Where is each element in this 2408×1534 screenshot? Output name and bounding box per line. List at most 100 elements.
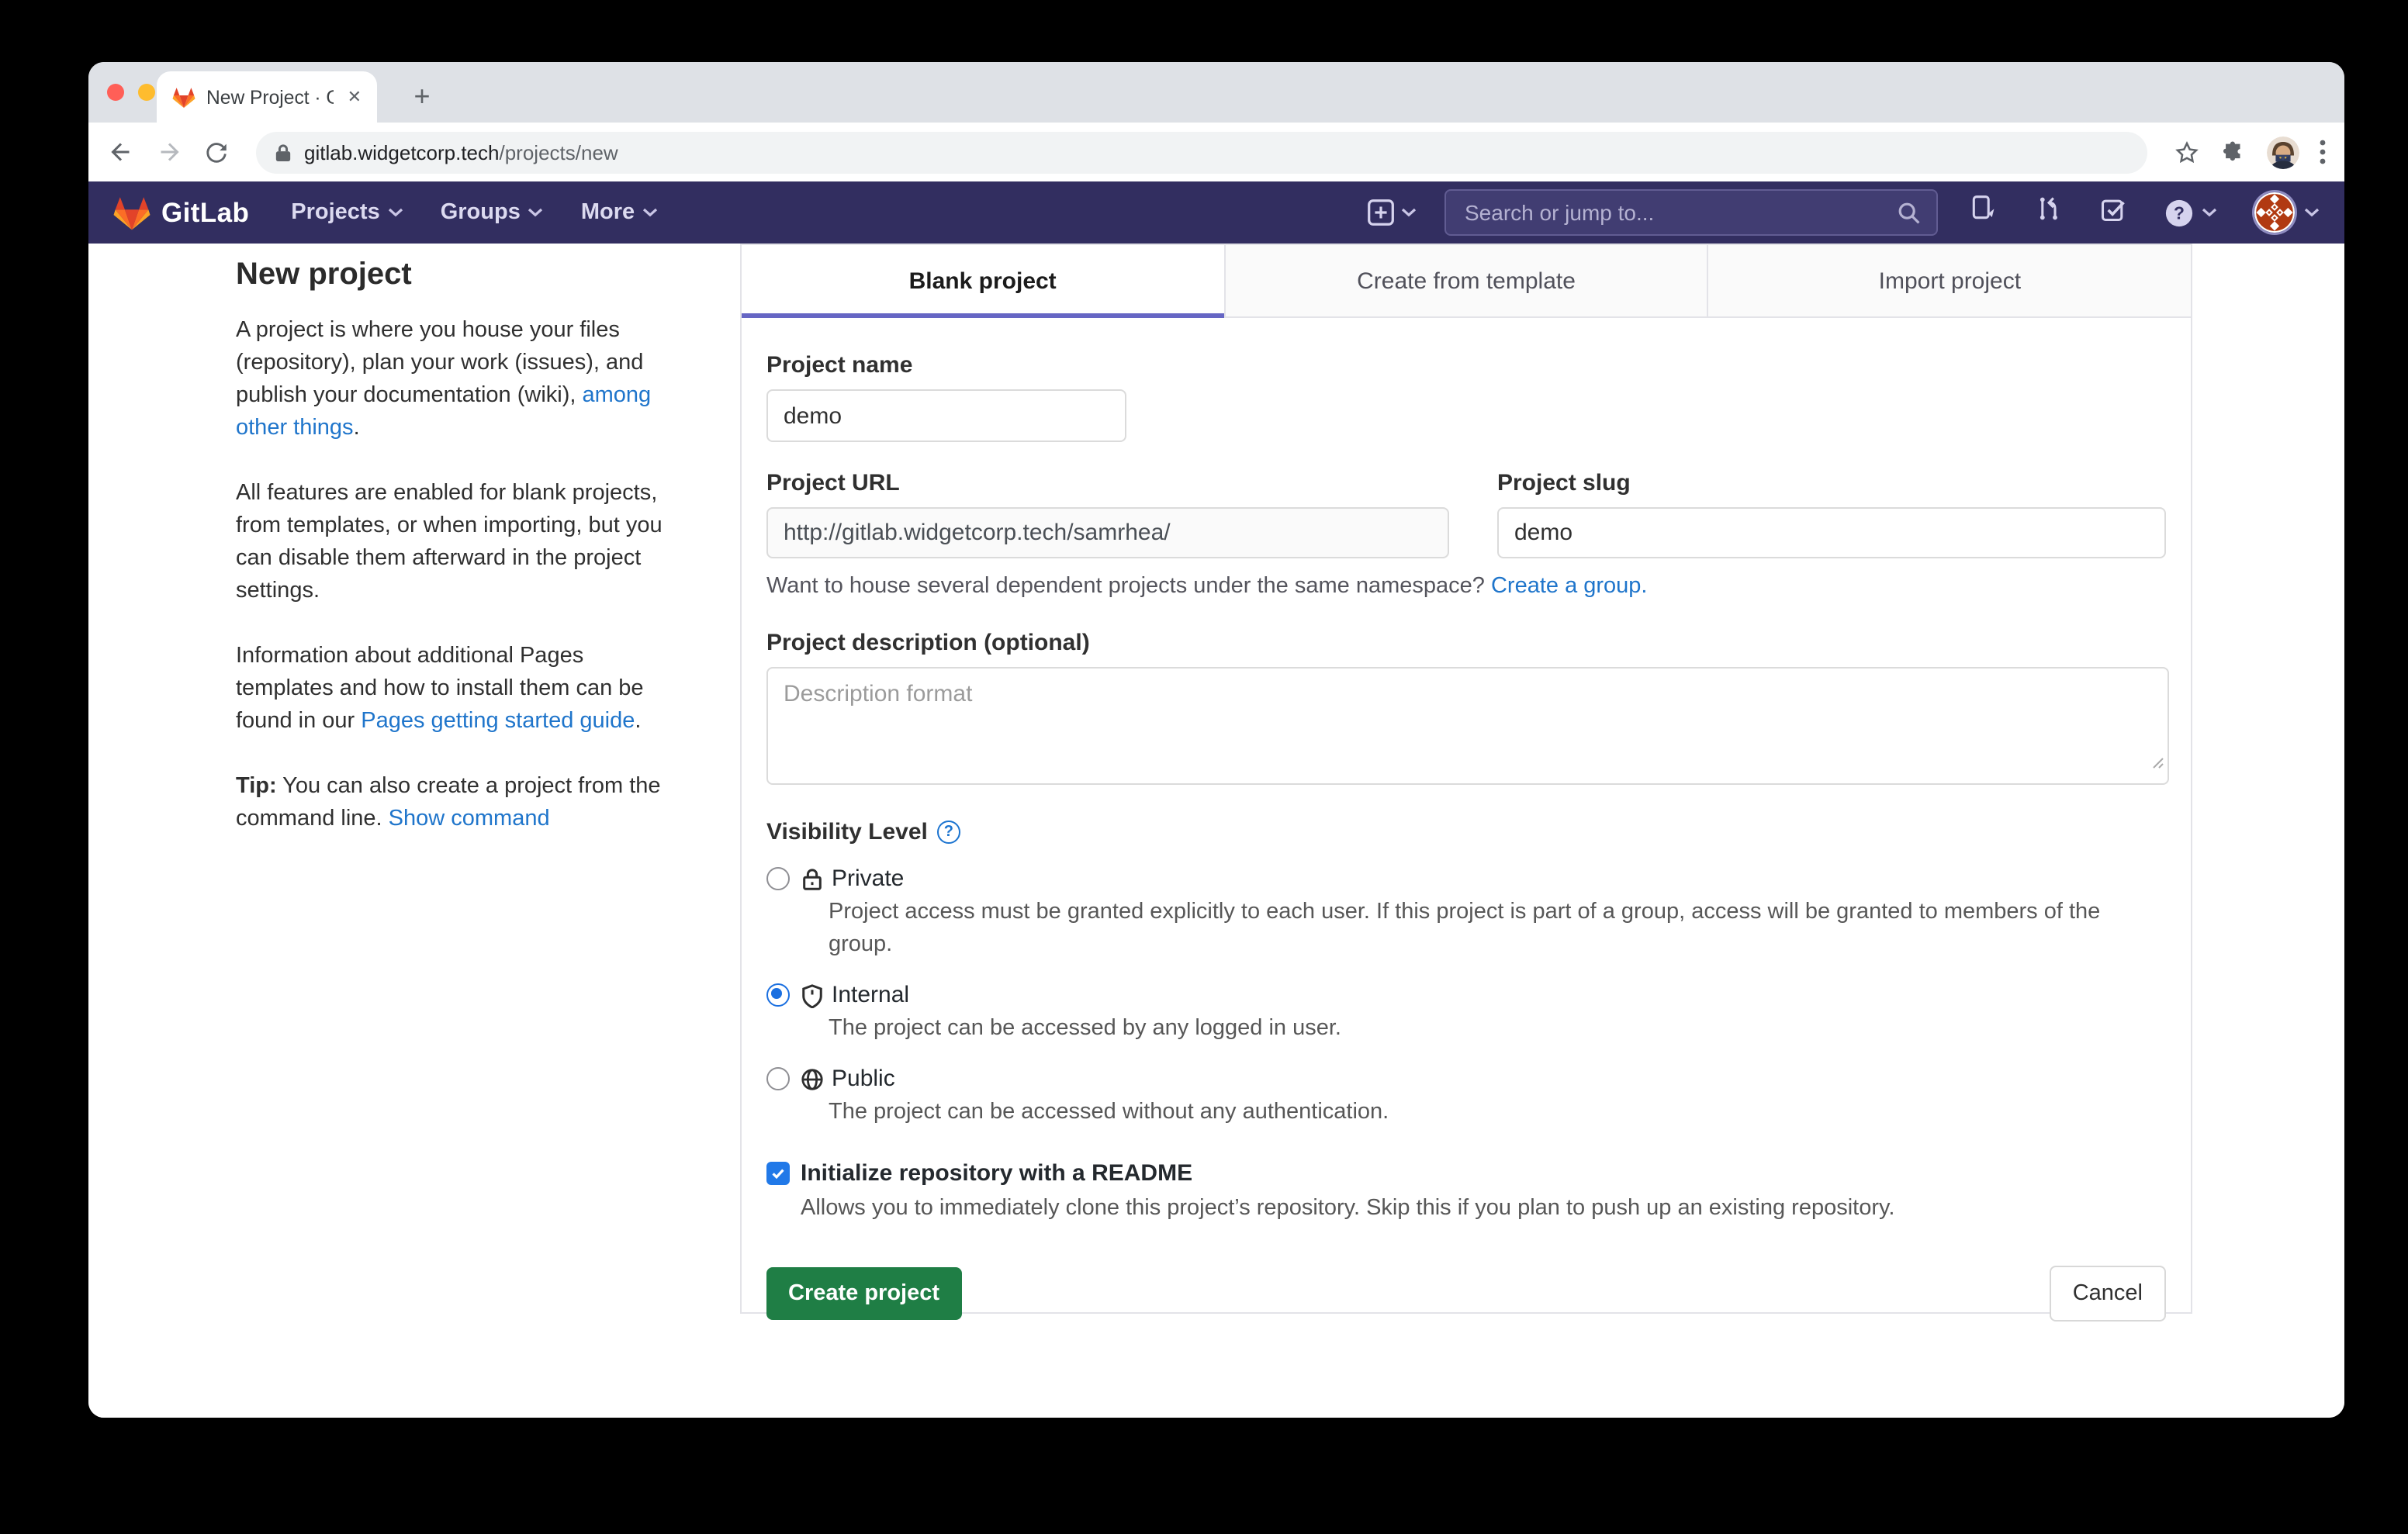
- chevron-down-icon: [388, 208, 403, 217]
- search-input[interactable]: [1462, 199, 1898, 226]
- blank-project-form: Project name Project URL Project slug Wa…: [742, 318, 2191, 1322]
- help-dropdown[interactable]: ?: [2164, 198, 2217, 227]
- pages-guide-link[interactable]: Pages getting started guide: [361, 709, 635, 734]
- tab-import-project[interactable]: Import project: [1709, 245, 2191, 316]
- plus-square-icon: [1367, 199, 1395, 226]
- browser-toolbar: gitlab.widgetcorp.tech/projects/new: [88, 123, 2344, 181]
- readme-label: Initialize repository with a README: [801, 1160, 1192, 1187]
- user-avatar: [2254, 192, 2295, 233]
- screen: New Project · GitLab ✕ + gitlab.widgetco…: [0, 0, 2408, 1534]
- menu-more[interactable]: More: [581, 200, 658, 225]
- project-url-field: Project URL: [766, 470, 1449, 558]
- public-description: The project can be accessed without any …: [829, 1097, 2166, 1129]
- gitlab-logo[interactable]: GitLab: [113, 195, 249, 230]
- visibility-option-private: Private Project access must be granted e…: [766, 865, 2166, 962]
- globe-icon: [801, 1066, 824, 1091]
- browser-window: New Project · GitLab ✕ + gitlab.widgetco…: [88, 62, 2344, 1418]
- new-tab-button[interactable]: +: [399, 73, 445, 119]
- intro-paragraph-3: Information about additional Pages templ…: [236, 641, 676, 738]
- project-description-textarea[interactable]: [766, 667, 2169, 785]
- bookmark-star-icon[interactable]: [2174, 139, 2200, 165]
- private-option-row[interactable]: Private: [766, 865, 2166, 892]
- intro-paragraph-1: A project is where you house your files …: [236, 315, 676, 445]
- forward-icon[interactable]: [155, 138, 183, 166]
- show-command-link[interactable]: Show command: [389, 807, 550, 831]
- browser-tabstrip: New Project · GitLab ✕ +: [88, 62, 2344, 123]
- svg-text:?: ?: [2174, 202, 2185, 223]
- public-label: Public: [832, 1066, 895, 1092]
- menu-projects[interactable]: Projects: [291, 200, 403, 225]
- close-window-button[interactable]: [107, 84, 124, 101]
- tab-close-icon[interactable]: ✕: [344, 87, 365, 107]
- question-circle-icon: ?: [2164, 198, 2194, 227]
- public-radio[interactable]: [766, 1067, 790, 1090]
- project-name-input[interactable]: [766, 389, 1126, 442]
- internal-label: Internal: [832, 982, 909, 1008]
- url-slug-row: Project URL Project slug: [766, 470, 2166, 558]
- project-description-label: Project description (optional): [766, 630, 2166, 656]
- readme-checkbox-checked[interactable]: [766, 1162, 790, 1185]
- browser-tab[interactable]: New Project · GitLab ✕: [157, 71, 377, 123]
- lock-icon: [801, 866, 824, 891]
- reload-icon[interactable]: [203, 139, 230, 165]
- create-a-group-link[interactable]: Create a group.: [1491, 574, 1648, 599]
- resize-grip-icon[interactable]: [2152, 749, 2164, 777]
- new-project-card: Blank project Create from template Impor…: [740, 244, 2192, 1314]
- intro-paragraph-2: All features are enabled for blank proje…: [236, 478, 676, 608]
- chevron-down-icon: [642, 208, 658, 217]
- cancel-button[interactable]: Cancel: [2050, 1266, 2166, 1322]
- page-title: New project: [236, 254, 676, 295]
- namespace-hint: Want to house several dependent projects…: [766, 574, 2166, 599]
- visibility-option-public: Public The project can be accessed witho…: [766, 1066, 2166, 1129]
- extensions-puzzle-icon[interactable]: [2220, 139, 2247, 165]
- gitlab-main-menu: Projects Groups More: [291, 200, 658, 225]
- brand-wordmark: GitLab: [161, 196, 249, 229]
- visibility-help-icon[interactable]: ?: [937, 821, 960, 844]
- private-radio[interactable]: [766, 867, 790, 890]
- visibility-option-internal: Internal The project can be accessed by …: [766, 982, 2166, 1045]
- chevron-down-icon: [2202, 208, 2217, 217]
- global-search[interactable]: [1444, 189, 1938, 236]
- visibility-level-label: Visibility Level: [766, 819, 928, 845]
- minimize-window-button[interactable]: [138, 84, 155, 101]
- gitlab-favicon: [172, 86, 195, 108]
- project-slug-input[interactable]: [1497, 507, 2166, 558]
- todos-icon[interactable]: [2099, 195, 2127, 230]
- merge-requests-icon[interactable]: [2034, 194, 2062, 231]
- create-project-button[interactable]: Create project: [766, 1267, 961, 1320]
- project-url-input[interactable]: [766, 507, 1449, 558]
- readme-description: Allows you to immediately clone this pro…: [801, 1193, 2166, 1225]
- browser-profile-avatar[interactable]: [2267, 136, 2299, 168]
- shield-icon: [801, 983, 824, 1007]
- project-url-label: Project URL: [766, 470, 1449, 496]
- project-type-tabs: Blank project Create from template Impor…: [742, 245, 2191, 318]
- gitlab-tanuki-icon: [113, 195, 150, 230]
- internal-option-row[interactable]: Internal: [766, 982, 2166, 1008]
- user-menu[interactable]: [2254, 192, 2320, 233]
- url-text: gitlab.widgetcorp.tech/projects/new: [304, 140, 618, 164]
- chevron-down-icon: [1401, 208, 1417, 217]
- browser-menu-kebab-icon[interactable]: [2320, 140, 2326, 164]
- project-name-label: Project name: [766, 352, 2166, 378]
- chevron-down-icon: [528, 208, 544, 217]
- issues-icon[interactable]: [1969, 194, 1997, 231]
- gitlab-navbar: GitLab Projects Groups More: [88, 181, 2344, 244]
- readme-option: Initialize repository with a README Allo…: [766, 1160, 2166, 1225]
- readme-row[interactable]: Initialize repository with a README: [766, 1160, 2166, 1187]
- new-project-intro: New project A project is where you house…: [236, 254, 676, 836]
- new-item-dropdown[interactable]: [1367, 199, 1417, 226]
- page-content: New project A project is where you house…: [88, 244, 2344, 1418]
- internal-description: The project can be accessed by any logge…: [829, 1013, 2166, 1045]
- https-lock-icon: [275, 142, 292, 162]
- chevron-down-icon: [2304, 208, 2320, 217]
- tab-create-from-template[interactable]: Create from template: [1225, 245, 1708, 316]
- address-bar[interactable]: gitlab.widgetcorp.tech/projects/new: [256, 131, 2147, 173]
- visibility-level-header: Visibility Level ?: [766, 819, 2166, 845]
- form-actions: Create project Cancel: [766, 1266, 2166, 1322]
- internal-radio-selected[interactable]: [766, 983, 790, 1007]
- menu-groups[interactable]: Groups: [441, 200, 544, 225]
- tab-title: New Project · GitLab: [206, 86, 334, 108]
- back-icon[interactable]: [107, 138, 135, 166]
- public-option-row[interactable]: Public: [766, 1066, 2166, 1092]
- tab-blank-project[interactable]: Blank project: [742, 245, 1225, 316]
